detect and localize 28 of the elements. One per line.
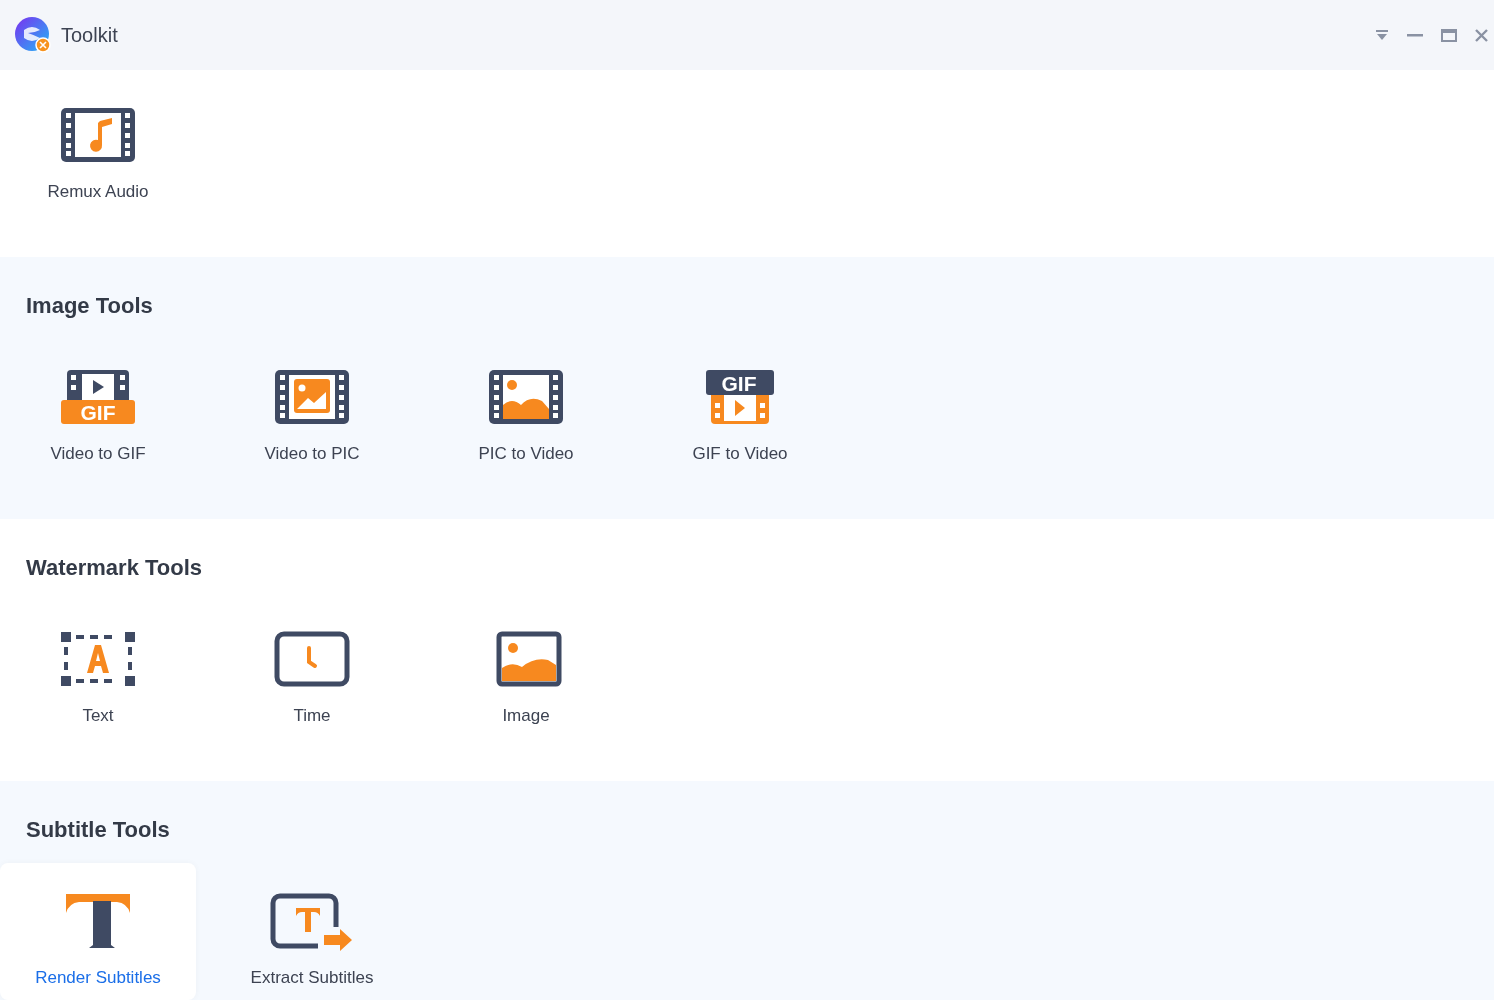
tool-tile[interactable]: Remux Audio	[0, 77, 196, 214]
tool-tile[interactable]: Extract Subtitles	[214, 863, 410, 1000]
clock-frame-icon	[274, 631, 350, 687]
dropdown-menu-icon[interactable]	[1375, 29, 1389, 41]
window-title: Toolkit	[61, 23, 118, 47]
close-icon[interactable]	[1475, 28, 1488, 42]
tool-tile[interactable]: Video to PIC	[214, 339, 410, 476]
text-frame-icon	[60, 631, 136, 687]
section-heading: Image Tools	[26, 292, 154, 320]
film-picture-icon	[274, 369, 350, 425]
tool-tile[interactable]: Text	[0, 601, 196, 738]
minimize-icon[interactable]	[1407, 33, 1423, 37]
gif-badge: GIF	[61, 400, 135, 424]
tool-tile[interactable]: GIF Video to GIF	[0, 339, 196, 476]
tool-tile[interactable]: PIC to Video	[428, 339, 624, 476]
tool-tile[interactable]: Image	[428, 601, 624, 738]
film-landscape-icon	[488, 369, 564, 425]
section-heading: Subtitle Tools	[26, 816, 171, 844]
tool-tile[interactable]: GIF GIF to Video	[642, 339, 838, 476]
t-frame-arrow-icon	[270, 893, 354, 953]
section-heading: Watermark Tools	[26, 554, 204, 582]
tool-tile[interactable]: Render Subtitles	[0, 863, 196, 1000]
letter-t-icon	[65, 893, 131, 949]
app-logo-icon	[14, 16, 52, 54]
gif-badge: GIF	[706, 370, 774, 395]
maximize-icon[interactable]	[1441, 28, 1457, 42]
film-music-note-icon	[60, 107, 136, 163]
tool-tile[interactable]: Time	[214, 601, 410, 738]
